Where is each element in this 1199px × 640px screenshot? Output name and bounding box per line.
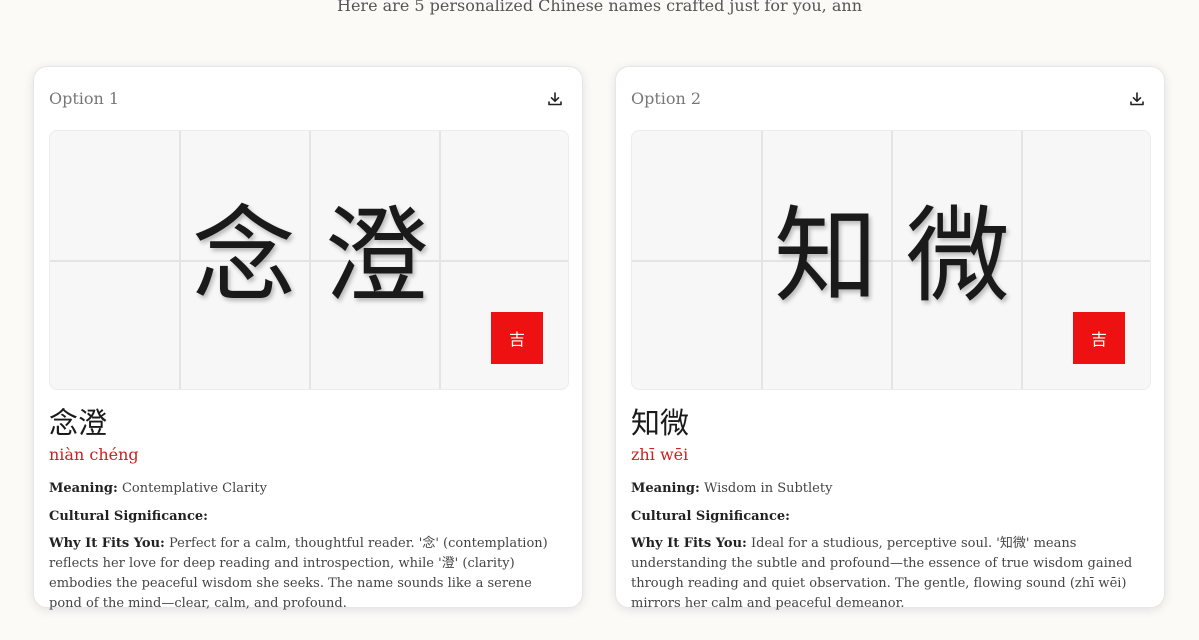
calligraphy-char-2: 澄 [324,195,429,317]
name-artwork: 念 澄 吉 [49,130,569,390]
download-button[interactable] [543,87,567,111]
calligraphy-characters: 念 澄 [50,195,568,317]
download-icon [548,92,562,106]
why-field: Why It Fits You: Perfect for a calm, tho… [49,534,567,614]
meaning-label: Meaning: [49,481,118,496]
calligraphy-characters: 知 微 [632,195,1150,317]
download-button[interactable] [1125,87,1149,111]
meaning-label: Meaning: [631,481,700,496]
card-header: Option 1 [49,87,567,111]
chinese-name: 知微 [631,406,690,440]
option-label: Option 2 [631,89,702,108]
pinyin: niàn chéng [49,445,139,464]
cultural-field: Cultural Significance: [49,507,567,527]
download-icon [1130,92,1144,106]
why-label: Why It Fits You: [49,536,165,551]
name-artwork: 知 微 吉 [631,130,1151,390]
name-card-option-1: Option 1 念 澄 吉 念澄 niàn chéng Meaning: Co… [33,66,583,611]
pinyin: zhī wēi [631,445,689,464]
meaning-field: Meaning: Contemplative Clarity [49,479,567,499]
chinese-name: 念澄 [49,406,108,440]
why-label: Why It Fits You: [631,536,747,551]
calligraphy-char-1: 知 [773,195,878,317]
cultural-label: Cultural Significance: [631,509,790,524]
cultural-label: Cultural Significance: [49,509,208,524]
option-label: Option 1 [49,89,120,108]
seal-stamp: 吉 [491,312,543,364]
seal-stamp: 吉 [1073,312,1125,364]
page-subtitle: Here are 5 personalized Chinese names cr… [337,0,862,15]
cultural-field: Cultural Significance: [631,507,1149,527]
meaning-value: Contemplative Clarity [121,481,267,496]
meaning-value: Wisdom in Subtlety [703,481,833,496]
calligraphy-char-2: 微 [906,195,1011,317]
card-header: Option 2 [631,87,1149,111]
calligraphy-char-1: 念 [191,195,296,317]
meaning-field: Meaning: Wisdom in Subtlety [631,479,1149,499]
why-field: Why It Fits You: Ideal for a studious, p… [631,534,1149,614]
name-card-option-2: Option 2 知 微 吉 知微 zhī wēi Meaning: Wisdo… [615,66,1165,611]
